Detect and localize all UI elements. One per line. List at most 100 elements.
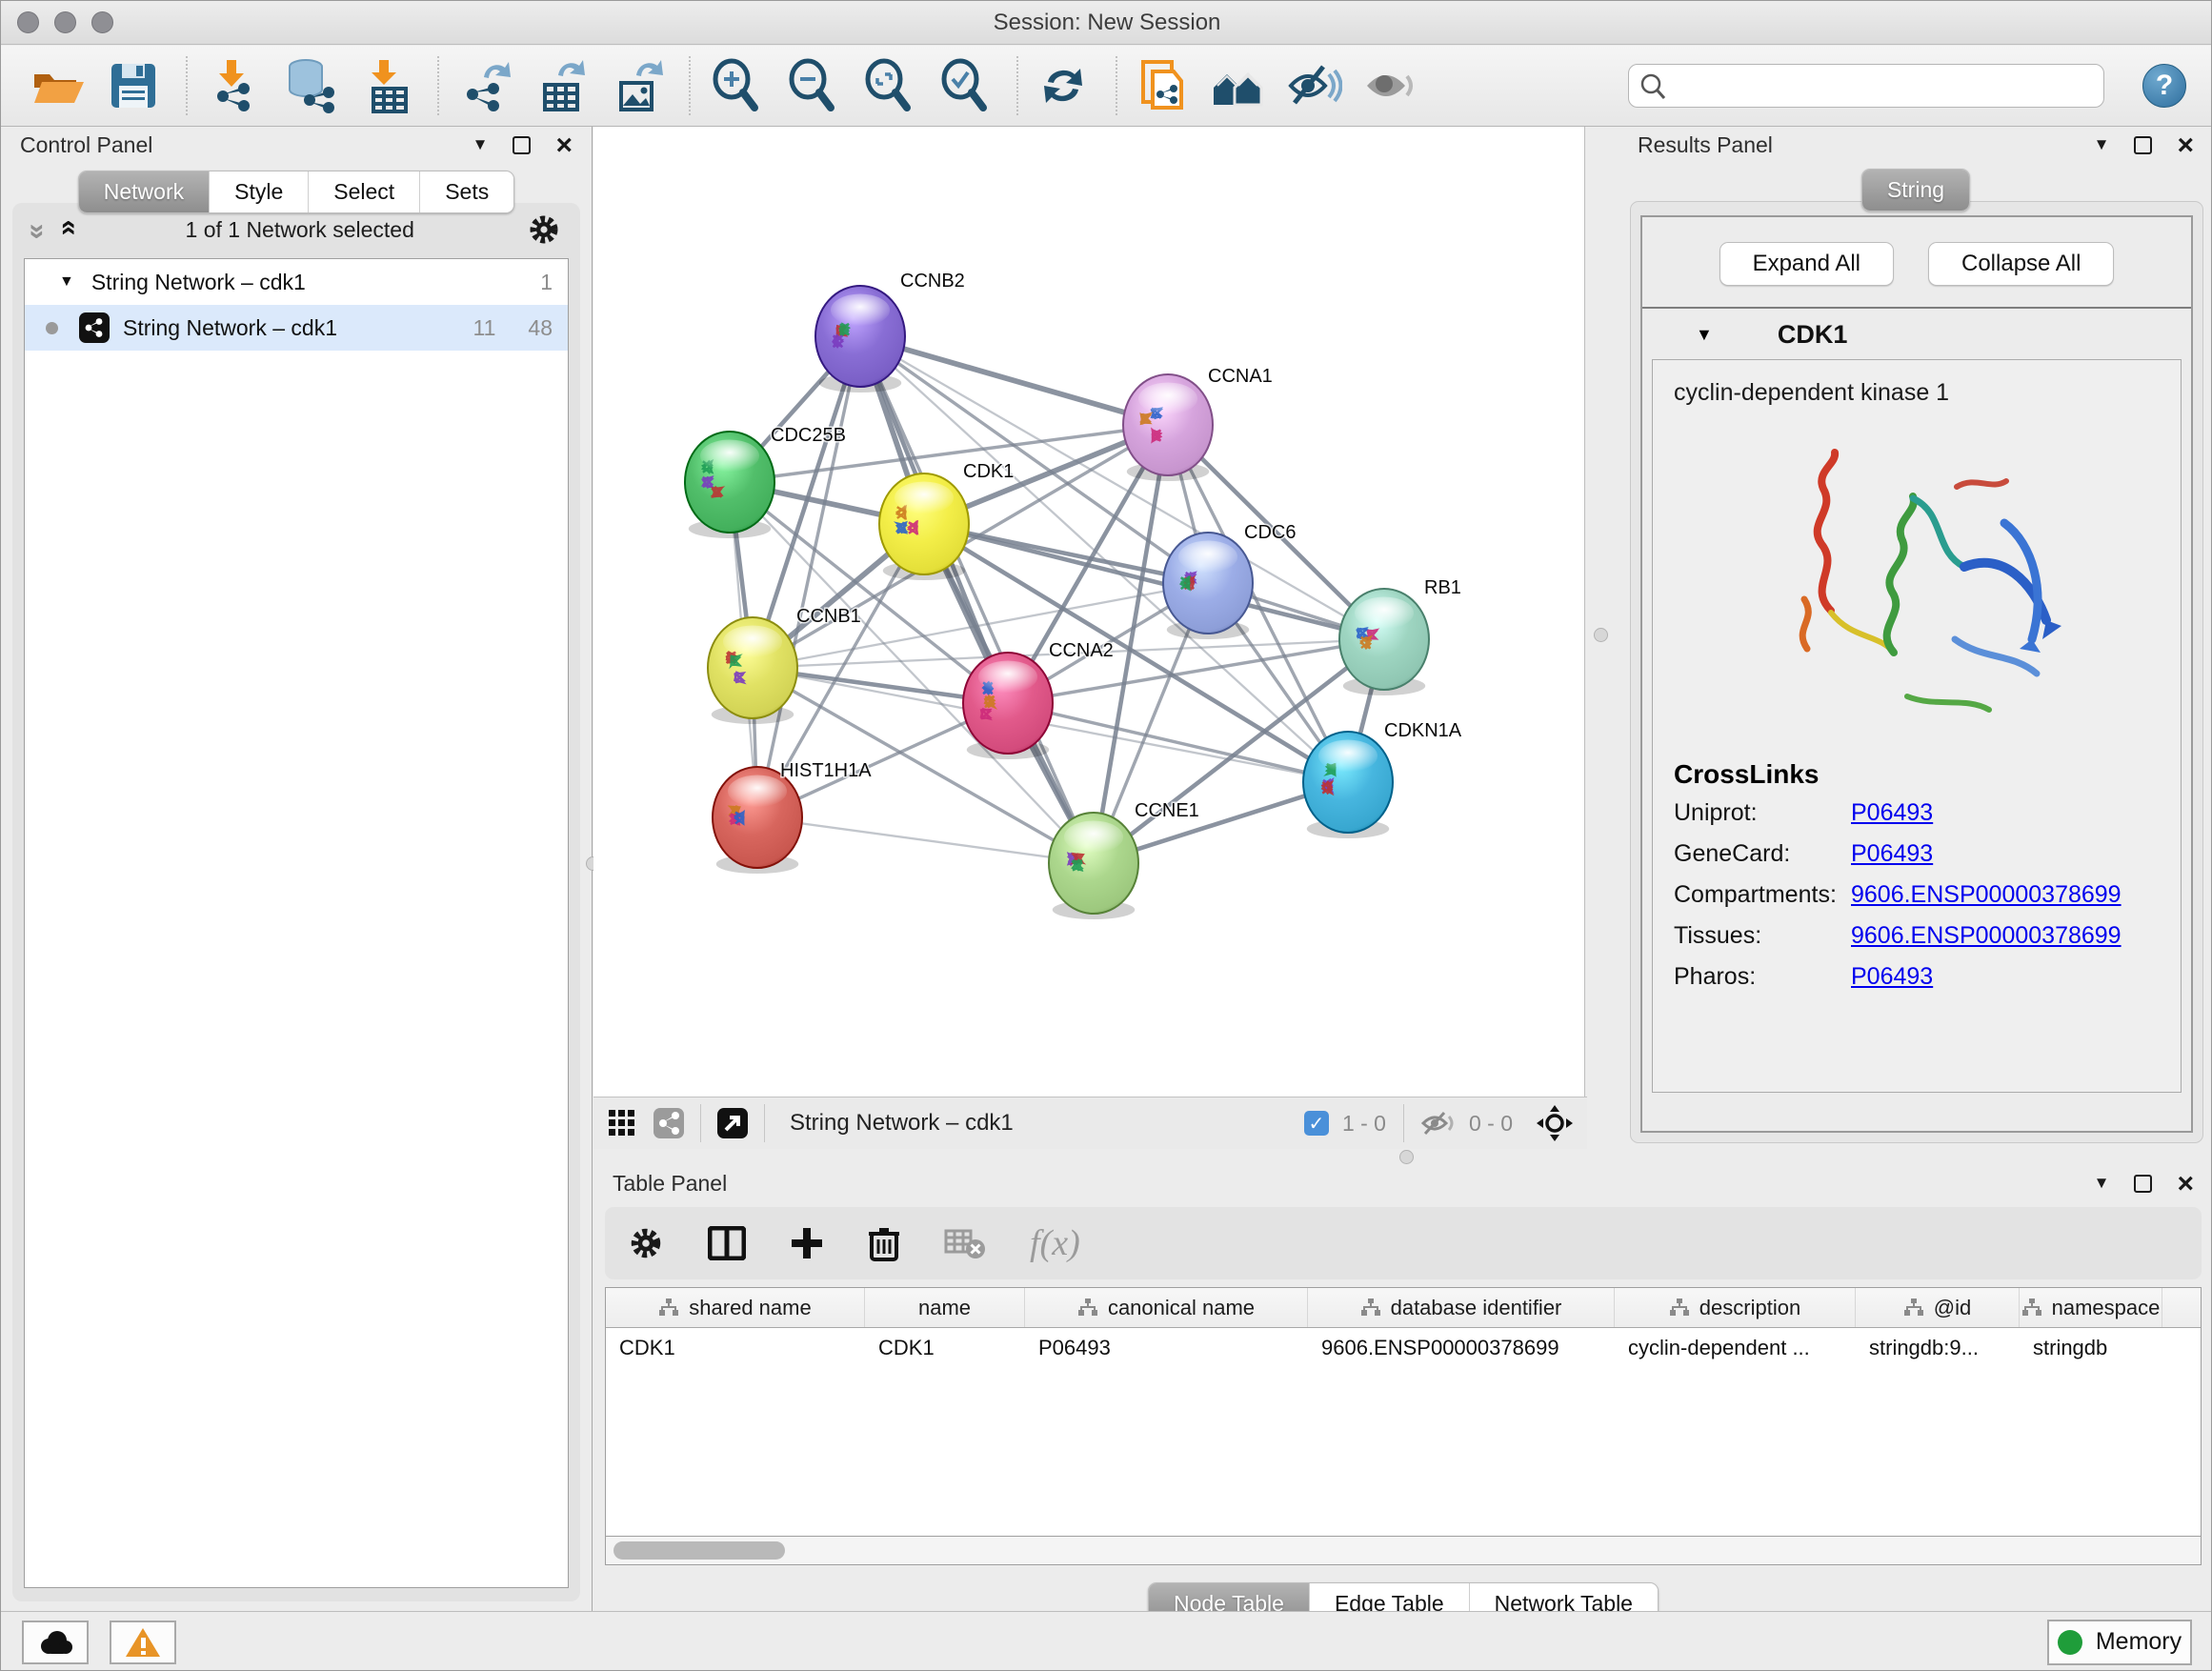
export-table-icon[interactable] [531,56,590,115]
table-horizontal-scrollbar[interactable] [605,1537,2202,1565]
table-cell[interactable]: stringdb:9... [1856,1328,2020,1368]
node-CCNB2[interactable]: CCNB2 [815,271,965,393]
delete-column-icon[interactable] [868,1225,900,1261]
table-row[interactable]: CDK1CDK1P064939606.ENSP00000378699cyclin… [606,1328,2201,1368]
node-HIST1H1A[interactable]: HIST1H1A [713,760,872,874]
expand-all-button[interactable]: Expand All [1719,242,1894,286]
zoom-fit-icon[interactable] [858,56,917,115]
network-graph[interactable]: CCNB2CCNA1CDC25BCDK1CDC6RB1CCNB1CCNA2CDK… [593,127,1585,1097]
edge-CCNB2-HIST1H1A[interactable] [757,336,860,817]
export-network-icon[interactable] [454,56,513,115]
table-cell[interactable]: 9606.ENSP00000378699 [1308,1328,1615,1368]
crosslink-link[interactable]: P06493 [1851,963,1933,991]
status-bar: Memory [1,1611,2212,1671]
panel-menu-icon[interactable]: ▼ [473,135,489,154]
node-CDC6[interactable]: CDC6 [1163,522,1296,639]
column-header-name[interactable]: name [865,1288,1025,1327]
show-all-networks-icon[interactable] [1209,56,1268,115]
node-CCNA2[interactable]: CCNA2 [963,640,1114,759]
tab-network[interactable]: Network [79,171,210,212]
zoom-in-icon[interactable] [706,56,765,115]
close-panel-icon[interactable]: × [2177,1175,2194,1193]
memory-button[interactable]: Memory [2047,1620,2192,1665]
node-table[interactable]: shared namenamecanonical namedatabase id… [605,1287,2202,1537]
column-header-database-identifier[interactable]: database identifier [1308,1288,1615,1327]
column-header-id[interactable]: @id [1856,1288,2020,1327]
close-panel-icon[interactable]: × [555,136,573,154]
node-CCNE1[interactable]: CCNE1 [1049,800,1199,919]
table-options-gear-icon[interactable] [628,1225,664,1261]
edge-HIST1H1A-CCNE1[interactable] [757,817,1094,863]
network-birdseye-icon[interactable] [653,1107,685,1139]
crosslink-link[interactable]: P06493 [1851,840,1933,868]
node-CDKN1A[interactable]: CDKN1A [1303,720,1462,838]
refresh-icon[interactable] [1034,56,1093,115]
node-CDK1[interactable]: CDK1 [879,461,1014,580]
crosslink-link[interactable]: 9606.ENSP00000378699 [1851,922,2122,950]
network-canvas[interactable]: CCNB2CCNA1CDC25BCDK1CDC6RB1CCNB1CCNA2CDK… [593,127,1585,1097]
show-columns-icon[interactable] [708,1226,746,1260]
copy-network-icon[interactable] [1133,56,1192,115]
zoom-selected-icon[interactable] [935,56,994,115]
delete-table-icon[interactable] [944,1227,986,1259]
close-window-button[interactable] [17,11,39,33]
node-CCNA1[interactable]: CCNA1 [1123,366,1273,481]
fit-content-icon[interactable] [1536,1104,1574,1142]
table-cell[interactable]: CDK1 [606,1328,865,1368]
zoom-out-icon[interactable] [782,56,841,115]
column-header-shared-name[interactable]: shared name [606,1288,865,1327]
column-header-canonical-name[interactable]: canonical name [1025,1288,1308,1327]
collection-expand-icon[interactable]: ▼ [59,273,74,291]
hide-selected-icon[interactable] [1285,56,1344,115]
network-options-gear-icon[interactable] [527,212,561,247]
protein-section-header[interactable]: ▼ CDK1 [1642,307,2191,359]
import-network-icon[interactable] [203,56,262,115]
panel-menu-icon[interactable]: ▼ [2094,135,2110,154]
table-cell[interactable]: CDK1 [865,1328,1025,1368]
table-cell[interactable]: P06493 [1025,1328,1308,1368]
tab-style[interactable]: Style [210,171,309,212]
scrollbar-thumb[interactable] [613,1541,785,1560]
tab-string[interactable]: String [1862,170,1969,211]
table-cell[interactable]: stringdb [2020,1328,2162,1368]
grid-view-icon[interactable] [607,1108,637,1138]
edge-CCNB2-CCNE1[interactable] [860,336,1094,863]
minimize-window-button[interactable] [54,11,76,33]
import-table-icon[interactable] [355,56,414,115]
edge-CCNB2-CCNA1[interactable] [860,336,1168,425]
zoom-window-button[interactable] [91,11,113,33]
float-panel-icon[interactable] [513,136,531,154]
add-column-icon[interactable] [790,1226,824,1260]
edge-CCNA2-CDKN1A[interactable] [1008,703,1348,782]
protein-expand-icon[interactable]: ▼ [1696,325,1713,345]
tab-sets[interactable]: Sets [420,171,513,212]
tab-select[interactable]: Select [309,171,420,212]
right-splitter-handle[interactable] [1594,628,1608,642]
panel-menu-icon[interactable]: ▼ [2094,1174,2110,1193]
export-image-icon[interactable] [607,56,666,115]
node-RB1[interactable]: RB1 [1339,577,1461,695]
search-input[interactable] [1628,64,2104,108]
crosslink-link[interactable]: 9606.ENSP00000378699 [1851,881,2122,909]
network-collection-row[interactable]: ▼ String Network – cdk1 1 [25,259,568,305]
close-panel-icon[interactable]: × [2177,136,2194,154]
column-header-description[interactable]: description [1615,1288,1856,1327]
selected-checkbox-icon[interactable]: ✓ [1304,1111,1329,1136]
import-network-database-icon[interactable] [279,56,338,115]
float-panel-icon[interactable] [2134,1175,2152,1193]
collapse-all-button[interactable]: Collapse All [1928,242,2114,286]
float-panel-icon[interactable] [2134,136,2152,154]
network-row[interactable]: String Network – cdk1 11 48 [25,305,568,351]
table-cell[interactable]: cyclin-dependent ... [1615,1328,1856,1368]
open-session-icon[interactable] [28,56,87,115]
cloud-status-button[interactable] [22,1621,89,1664]
show-hidden-icon[interactable] [1361,56,1420,115]
warnings-button[interactable] [110,1621,176,1664]
save-session-icon[interactable] [104,56,163,115]
open-in-window-icon[interactable] [716,1107,749,1139]
window-controls[interactable] [17,11,113,33]
horizontal-splitter-handle[interactable] [1399,1150,1414,1164]
column-header-namespace[interactable]: namespace [2020,1288,2162,1327]
crosslink-link[interactable]: P06493 [1851,799,1933,827]
help-icon[interactable]: ? [2142,64,2186,108]
